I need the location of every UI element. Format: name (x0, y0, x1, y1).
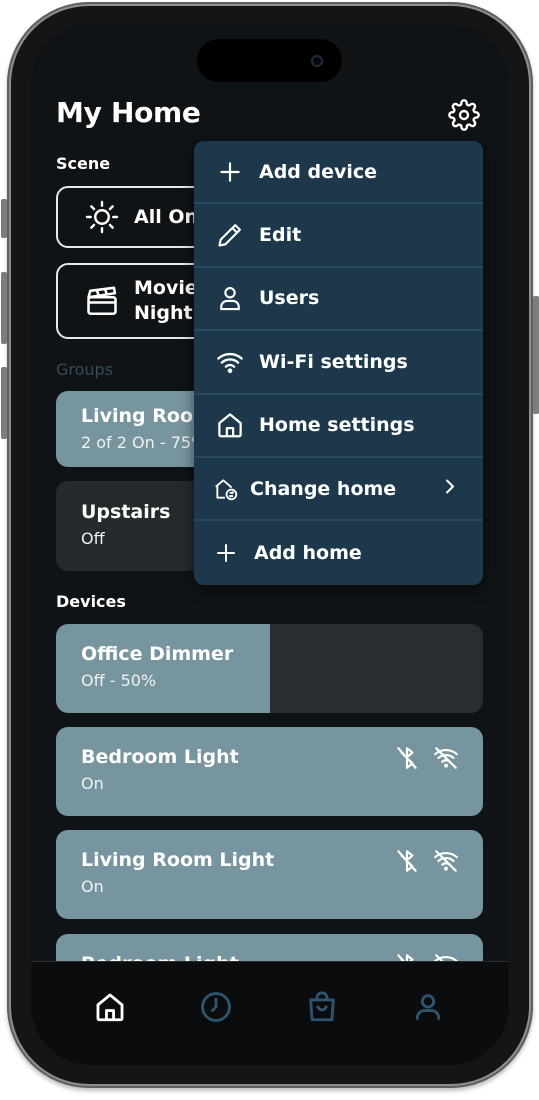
device-card-bedroom-light[interactable]: Bedroom Light On (56, 727, 483, 816)
sun-icon (82, 199, 122, 235)
device-card-living-room-light[interactable]: Living Room Light On (56, 830, 483, 919)
chevron-right-icon (443, 477, 457, 500)
menu-item-label: Wi-Fi settings (259, 350, 408, 373)
nav-home-icon[interactable] (92, 989, 128, 1025)
scene-label-group: Movie Night (134, 276, 198, 326)
menu-item-label: Add home (254, 542, 362, 565)
dimmer-level-fill: Office Dimmer Off - 50% (56, 624, 270, 713)
scene-section-label: Scene (56, 154, 111, 173)
menu-item-label: Change home (250, 477, 397, 500)
gear-icon[interactable] (447, 98, 481, 132)
settings-dropdown-menu: Add device Edit Users Wi-Fi settings Hom… (194, 141, 483, 585)
device-status: On (81, 774, 104, 793)
wifi-off-icon (432, 848, 460, 878)
front-camera (311, 55, 323, 67)
home-icon (214, 410, 246, 440)
menu-item-label: Home settings (259, 414, 415, 437)
plus-icon (212, 541, 240, 565)
home-swap-icon (212, 476, 240, 502)
action-button (1, 199, 7, 238)
scene-label: All On (134, 206, 199, 228)
power-button (533, 296, 539, 414)
wifi-icon (214, 348, 246, 376)
device-name: Office Dimmer (81, 643, 234, 665)
dynamic-island (197, 39, 342, 82)
menu-item-users[interactable]: Users (194, 268, 483, 332)
menu-item-wifi-settings[interactable]: Wi-Fi settings (194, 331, 483, 395)
menu-item-change-home[interactable]: Change home (194, 458, 483, 522)
groups-section-label: Groups (56, 360, 114, 379)
page-title: My Home (56, 96, 201, 129)
volume-up-button (1, 272, 7, 344)
nav-shopping-bag-icon[interactable] (304, 989, 340, 1025)
bluetooth-off-icon (394, 745, 420, 775)
bottom-nav (31, 961, 509, 1065)
menu-item-label: Users (259, 287, 320, 310)
office-dimmer-slider[interactable]: Office Dimmer Off - 50% (56, 624, 483, 713)
menu-item-home-settings[interactable]: Home settings (194, 395, 483, 458)
device-status: Off - 50% (81, 671, 157, 690)
nav-person-icon[interactable] (410, 989, 446, 1025)
menu-item-edit[interactable]: Edit (194, 204, 483, 268)
volume-down-button (1, 367, 7, 439)
menu-item-add-device[interactable]: Add device (194, 141, 483, 205)
pencil-icon (214, 221, 246, 249)
bluetooth-off-icon (394, 848, 420, 878)
nav-clock-icon[interactable] (198, 989, 234, 1025)
scene-label-line1: Movie (134, 277, 198, 299)
menu-item-label: Add device (259, 160, 378, 183)
wifi-off-icon (432, 745, 460, 775)
menu-item-add-home[interactable]: Add home (194, 521, 483, 584)
devices-section-label: Devices (56, 592, 126, 611)
clapperboard-icon (82, 283, 122, 319)
user-icon (214, 284, 246, 312)
app-screen: My Home Scene All On Movie Night Groups … (31, 24, 509, 1065)
scene-label-line2: Night (134, 302, 193, 324)
plus-icon (214, 159, 246, 185)
device-status: On (81, 877, 104, 896)
menu-item-label: Edit (259, 224, 302, 247)
